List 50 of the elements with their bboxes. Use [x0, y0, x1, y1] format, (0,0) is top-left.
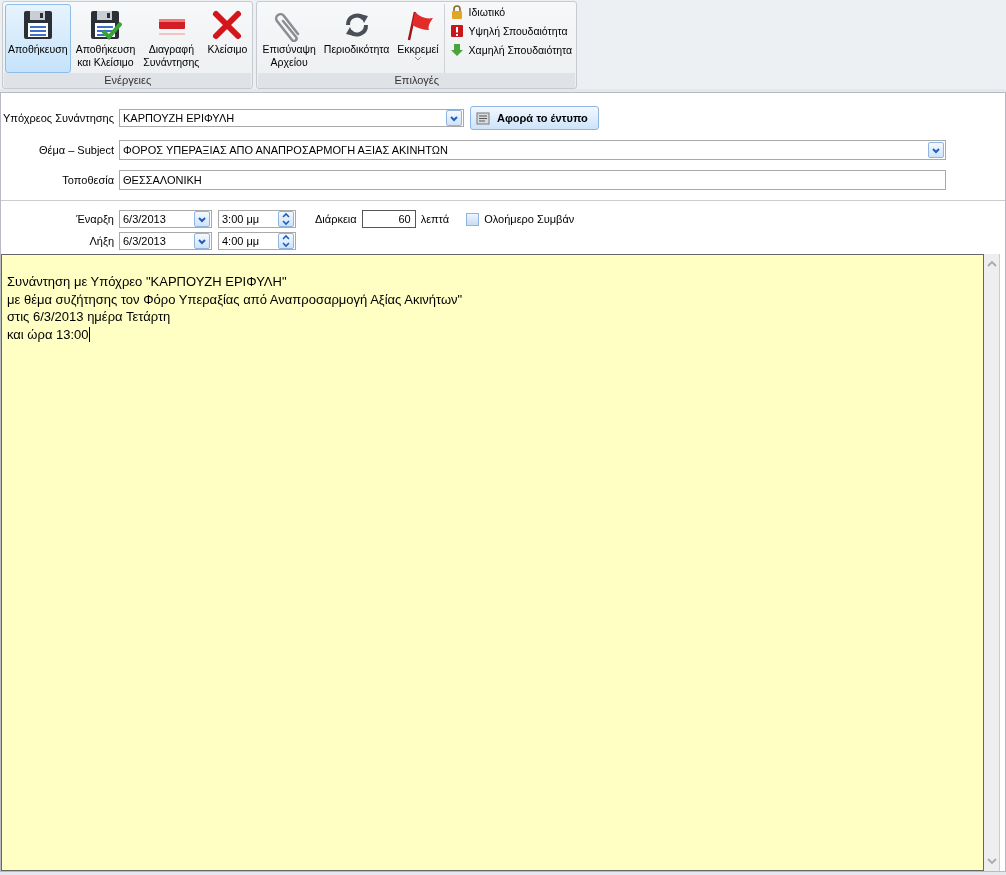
form-button[interactable]: Αφορά το έντυπο: [470, 106, 599, 130]
ribbon-button[interactable]: Χαμηλή Σπουδαιότητα: [447, 42, 575, 58]
field-label: Υπόχρεος Συνάντησης: [2, 112, 114, 124]
field-label: Λήξη: [88, 235, 114, 247]
up-down-chevrons-icon: [280, 234, 292, 248]
note-line: Συνάντηση με Υπόχρεο "ΚΑΡΠΟΥΖΗ ΕΡΙΦΥΛΗ": [7, 273, 287, 291]
floppy-disk-check-icon: [88, 8, 123, 42]
text-cursor: [88, 326, 90, 342]
text-field[interactable]: ΘΕΣΣΑΛΟΝΙΚΗ: [119, 170, 946, 190]
date-picker[interactable]: 6/3/2013: [119, 232, 212, 250]
ribbon-button[interactable]: Επισύναψη Αρχείου: [259, 4, 319, 73]
ribbon-button[interactable]: Αποθήκευση και Κλείσιμο: [72, 4, 139, 73]
combo-box[interactable]: ΚΑΡΠΟΥΖΗ ΕΡΙΦΥΛΗ: [119, 109, 464, 127]
note-line: στις 6/3/2013 ημέρα Τετάρτη: [7, 308, 171, 326]
ribbon-button[interactable]: Διαγραφή Συνάντησης: [140, 4, 203, 73]
field-label: Διάρκεια: [315, 213, 357, 225]
field-label: Έναρξη: [75, 213, 114, 225]
field-label: Τοποθεσία: [61, 174, 114, 186]
exclamation-icon: [449, 24, 464, 38]
spin-button[interactable]: [278, 233, 294, 249]
dropdown-button[interactable]: [194, 233, 210, 249]
ribbon-button[interactable]: Εκκρεμεί: [394, 4, 442, 73]
ribbon-button[interactable]: Υψηλή Σπουδαιότητα: [447, 23, 575, 39]
group-label: Επιλογές: [258, 73, 576, 88]
dropdown-button[interactable]: [446, 110, 462, 126]
caret-icon: [413, 56, 422, 61]
group-label: Ενέργειες: [4, 73, 252, 88]
ribbon-button[interactable]: Ιδιωτικό: [447, 4, 575, 20]
ribbon-button[interactable]: Αποθήκευση: [5, 4, 71, 73]
notes-area[interactable]: Συνάντηση με Υπόχρεο "ΚΑΡΠΟΥΖΗ ΕΡΙΦΥΛΗ" με θέμα συζήτησης τον Φόρο Υπεραξίας από Αναπροσαρμογή Αξίας Ακινήτων" στις 6/3/2013 ημέρα Τετάρτη και ώρα 13:00: [1, 254, 984, 871]
spin-button[interactable]: [278, 211, 294, 227]
dropdown-button[interactable]: [928, 142, 944, 158]
note-line: με θέμα συζήτησης τον Φόρο Υπεραξίας από Αναπροσαρμογή Αξίας Ακινήτων": [7, 290, 463, 308]
scroll-icon: [475, 110, 491, 126]
note-line: και ώρα 13:00: [7, 325, 89, 343]
unit-label: λεπτά: [420, 213, 450, 225]
ribbon-button[interactable]: Κλείσιμο: [204, 4, 251, 73]
field-label: Θέμα – Subject: [37, 144, 114, 156]
padlock-icon: [449, 5, 464, 19]
dropdown-button[interactable]: [194, 211, 210, 227]
checkbox-label: Ολοήμερο Συμβάν: [484, 213, 575, 225]
down-arrow-icon: [449, 43, 464, 57]
time-field[interactable]: 4:00 μμ: [218, 232, 296, 250]
ribbon-button[interactable]: Περιοδικότητα: [320, 4, 393, 73]
time-field[interactable]: 3:00 μμ: [218, 210, 296, 228]
duration-field[interactable]: 60: [361, 210, 416, 228]
combo-box[interactable]: ΦΟΡΟΣ ΥΠΕΡΑΞΙΑΣ ΑΠΟ ΑΝΑΠΡΟΣΑΡΜΟΓΗ ΑΞΙΑΣ ΑΚΙΝΗΤΩΝ: [119, 140, 946, 160]
up-down-chevrons-icon: [280, 212, 292, 226]
checkbox[interactable]: [466, 212, 480, 226]
date-picker[interactable]: 6/3/2013: [119, 210, 212, 228]
